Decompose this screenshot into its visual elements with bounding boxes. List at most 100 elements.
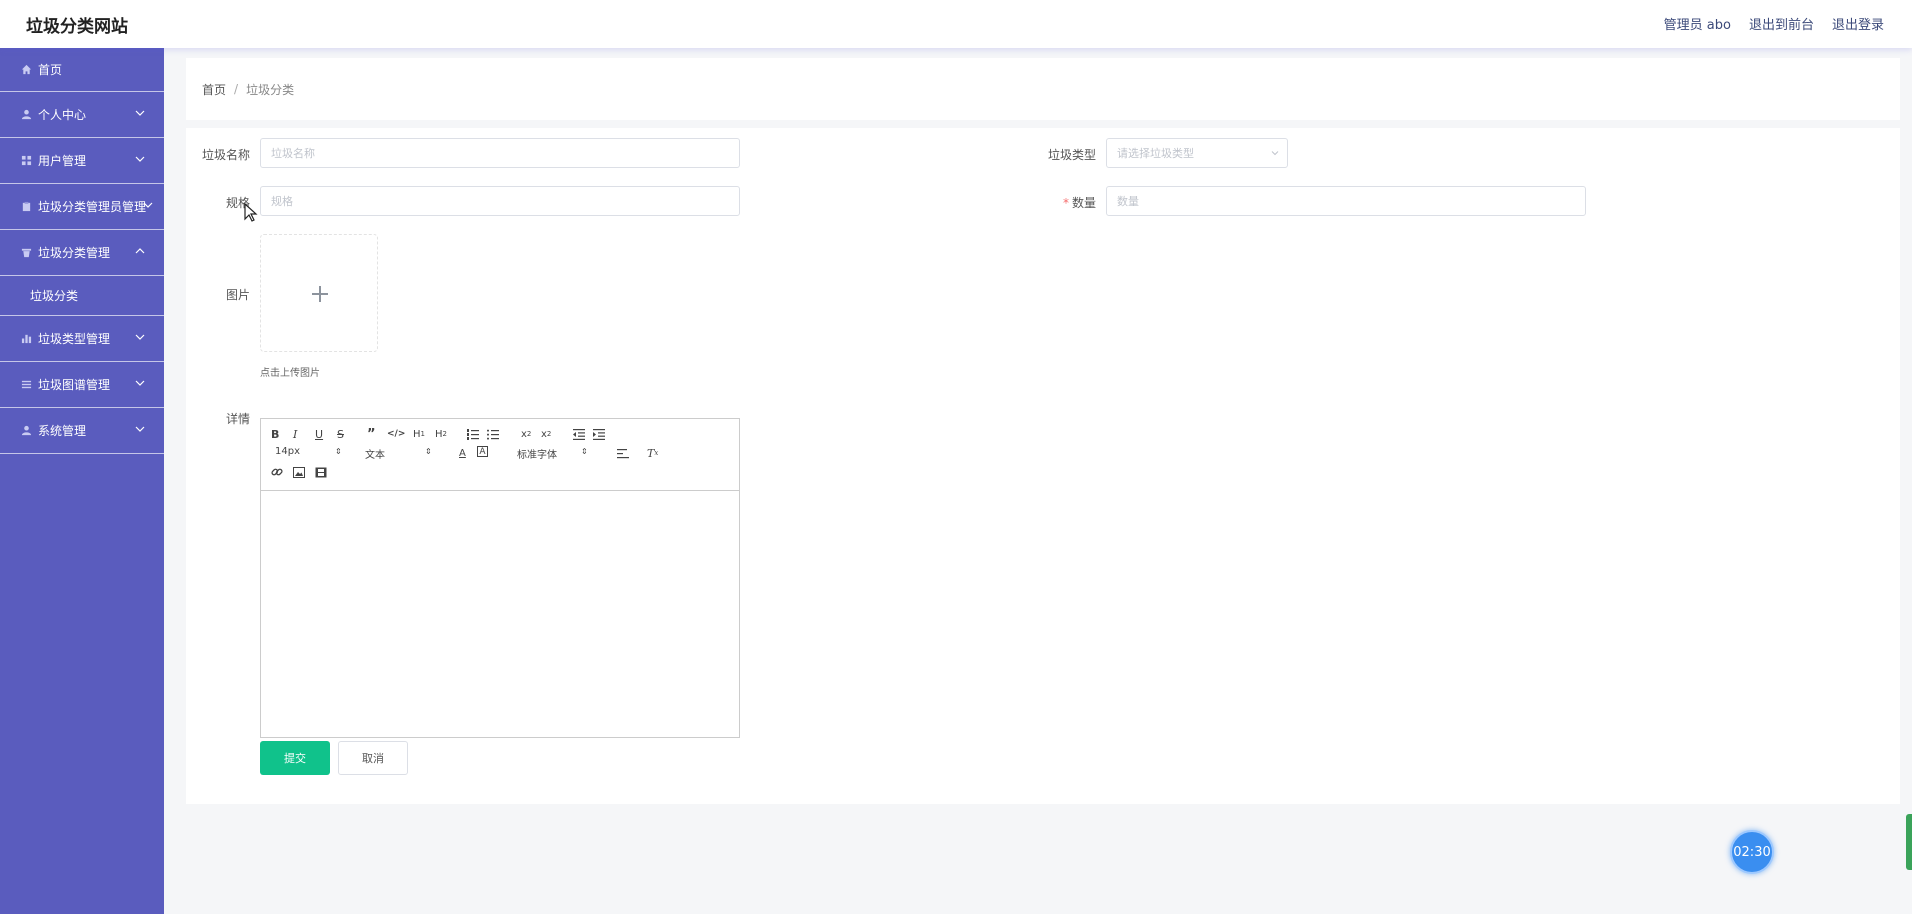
image-upload[interactable] [260,234,378,352]
user-icon [20,109,32,121]
chevron-down-icon [135,426,145,432]
type-label: 垃圾类型 [1047,148,1096,162]
ordered-list-icon[interactable] [467,427,479,441]
sidebar-item-system-management[interactable]: 系统管理 [0,408,164,454]
editor-content-area[interactable] [261,491,739,737]
video-icon[interactable] [315,465,327,479]
rich-text-editor: B I U S ” </> H1 H2 x2 x2 14px ⇕ 文本 ⇕ A … [260,418,740,738]
sidebar-item-atlas-management[interactable]: 垃圾图谱管理 [0,362,164,408]
cancel-button[interactable]: 取消 [338,741,408,775]
name-label: 垃圾名称 [201,148,250,162]
sidebar-item-sort-management[interactable]: 垃圾分类管理 [0,230,164,276]
sidebar-subitem-garbage-sort[interactable]: 垃圾分类 [0,276,164,316]
updown-icon: ⇕ [335,447,342,456]
grid-icon [20,155,32,167]
font-size-value: 14px [275,446,300,457]
toolbar-row-1: B I U S ” </> H1 H2 x2 x2 [271,425,739,444]
top-bar: 垃圾分类网站 管理员 abo 退出到前台 退出登录 [0,0,1912,48]
blockquote-icon[interactable]: ” [367,427,376,442]
bullet-list-icon[interactable] [487,427,499,441]
italic-icon[interactable]: I [293,427,297,441]
sidebar-item-label: 垃圾分类管理 [38,246,111,260]
link-icon[interactable] [271,465,283,479]
breadcrumb-home[interactable]: 首页 [202,81,226,98]
sidebar-item-label: 系统管理 [38,424,87,438]
plus-icon-vertical [319,286,321,302]
quantity-label-text: 数量 [1071,196,1096,210]
submit-button[interactable]: 提交 [260,741,330,775]
font-size-select[interactable]: 14px ⇕ [275,446,345,457]
heading-2-icon[interactable]: H2 [435,427,447,441]
subscript-icon[interactable]: x2 [521,427,531,441]
toolbar-row-2: 14px ⇕ 文本 ⇕ A A 标准字体 ⇕ Tx [271,444,739,463]
sidebar-item-user-management[interactable]: 用户管理 [0,138,164,184]
code-block-icon[interactable]: </> [387,427,405,441]
quantity-label: * 数量 [1036,194,1096,211]
strikethrough-icon[interactable]: S [337,427,344,441]
sidebar-item-label: 垃圾图谱管理 [38,378,111,392]
mouse-cursor-icon [244,203,258,222]
sidebar-item-label: 个人中心 [38,108,87,122]
type-select-placeholder: 请选择垃圾类型 [1117,147,1194,160]
underline-icon[interactable]: U [315,427,323,441]
type-select[interactable]: 请选择垃圾类型 [1106,138,1288,168]
editor-toolbar: B I U S ” </> H1 H2 x2 x2 14px ⇕ 文本 ⇕ A … [261,419,739,491]
exit-to-frontend-link[interactable]: 退出到前台 [1749,14,1814,33]
sidebar-item-type-management[interactable]: 垃圾类型管理 [0,316,164,362]
chevron-down-icon [135,156,145,162]
spec-input[interactable]: 规格 [260,186,740,216]
chevron-down-icon [135,380,145,386]
person-icon [20,425,32,437]
breadcrumb-separator: / [234,82,239,96]
toolbar-row-3 [271,463,739,482]
required-mark: * [1062,196,1069,210]
header-select[interactable]: 文本 ⇕ [365,446,435,461]
header-links: 管理员 abo 退出到前台 退出登录 [1664,14,1884,33]
image-icon[interactable] [293,465,305,479]
bold-icon[interactable]: B [271,427,279,441]
image-label: 图片 [225,288,250,302]
chevron-down-icon [135,334,145,340]
clear-format-icon[interactable]: Tx [647,446,658,460]
sidebar: 首页 个人中心 用户管理 垃圾分类管理员管理 垃圾分类管理 垃圾分类 垃圾类型管… [0,48,164,914]
countdown-timer[interactable]: 02:30 [1730,830,1774,874]
sidebar-item-personal-center[interactable]: 个人中心 [0,92,164,138]
garbage-form: 垃圾名称 垃圾名称 垃圾类型 请选择垃圾类型 规格 规格 * 数量 数量 图片 点… [186,128,1900,804]
chevron-down-icon [1271,151,1279,156]
chevron-up-icon [135,248,145,254]
updown-icon: ⇕ [581,447,588,456]
logout-link[interactable]: 退出登录 [1832,14,1884,33]
chevron-down-icon [143,202,153,208]
upload-hint: 点击上传图片 [260,368,320,379]
outdent-icon[interactable] [573,427,585,441]
font-color-icon[interactable]: A [459,446,466,460]
spec-label: 规格 [225,196,250,210]
font-family-select[interactable]: 标准字体 ⇕ [517,446,591,461]
align-icon[interactable] [617,446,629,460]
updown-icon: ⇕ [425,447,432,456]
trash-icon [20,247,32,259]
home-icon [20,64,32,76]
sidebar-item-label: 用户管理 [38,154,87,168]
admin-user-link[interactable]: 管理员 abo [1664,14,1731,33]
sidebar-item-sort-admin-management[interactable]: 垃圾分类管理员管理 [0,184,164,230]
bar-chart-icon [20,333,32,345]
chevron-down-icon [135,110,145,116]
name-input[interactable]: 垃圾名称 [260,138,740,168]
list-icon [20,379,32,391]
site-title: 垃圾分类网站 [26,17,128,37]
sidebar-item-label: 垃圾分类管理员管理 [38,200,147,214]
quantity-input[interactable]: 数量 [1106,186,1586,216]
indent-icon[interactable] [593,427,605,441]
background-color-icon[interactable]: A [477,446,488,457]
breadcrumb: 首页 / 垃圾分类 [186,58,1900,120]
sidebar-item-label: 垃圾类型管理 [38,332,111,346]
sidebar-item-label: 首页 [38,63,63,77]
sidebar-item-home[interactable]: 首页 [0,48,164,92]
breadcrumb-current: 垃圾分类 [246,82,295,97]
clipboard-icon [20,201,32,213]
header-value: 文本 [365,450,385,461]
edge-tab[interactable] [1906,814,1912,870]
heading-1-icon[interactable]: H1 [413,427,425,441]
superscript-icon[interactable]: x2 [541,427,551,441]
